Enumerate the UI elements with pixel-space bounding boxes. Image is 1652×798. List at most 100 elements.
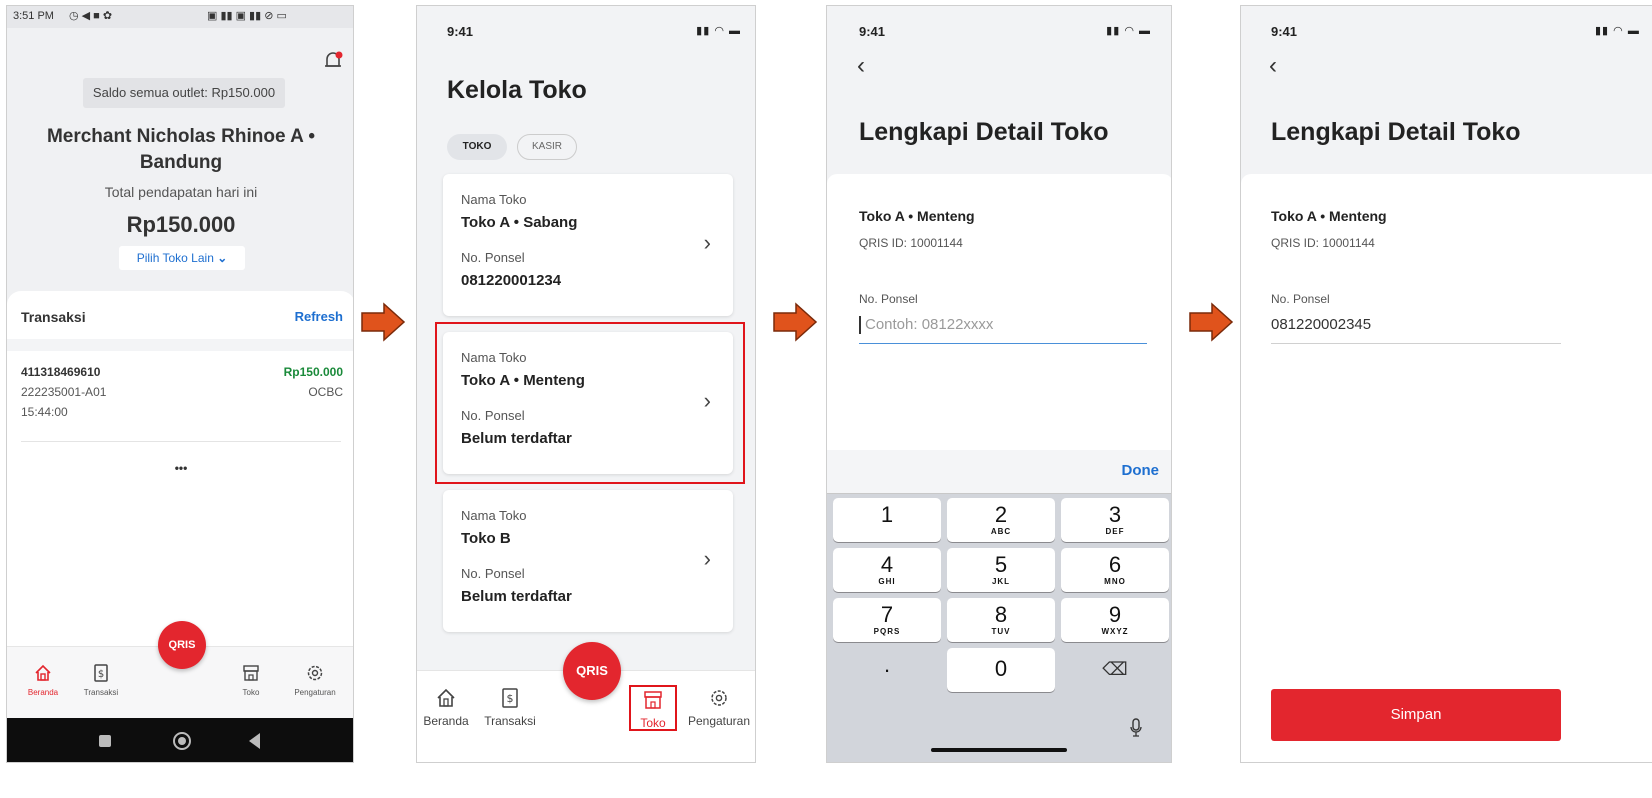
phone-value: 081220001234 xyxy=(461,272,562,289)
highlight-box xyxy=(435,322,745,484)
screen-home-android: 3:51 PM ◷ ◀ ■ ✿ ▣ ▮▮ ▣ ▮▮ ⊘ ▭ Saldo semu… xyxy=(6,5,354,763)
qris-fab[interactable]: QRIS xyxy=(563,642,621,700)
key-2[interactable]: 2 ABC xyxy=(947,498,1055,542)
store-icon xyxy=(243,665,259,681)
svg-text:$: $ xyxy=(98,669,104,680)
key-decimal[interactable]: . xyxy=(833,648,941,692)
key-1[interactable]: 1 xyxy=(833,498,941,542)
chevron-down-icon: ⌄ xyxy=(217,251,228,265)
home-button-icon[interactable] xyxy=(173,732,191,750)
phone-value: 081220002345 xyxy=(1271,316,1372,333)
store-name: Toko A • Menteng xyxy=(859,208,975,224)
tx-amount: Rp150.000 xyxy=(283,365,343,379)
key-3[interactable]: 3 DEF xyxy=(1061,498,1169,542)
status-bar: 3:51 PM ◷ ◀ ■ ✿ ▣ ▮▮ ▣ ▮▮ ⊘ ▭ xyxy=(7,6,353,28)
merchant-name-line1: Merchant Nicholas Rhinoe A • xyxy=(46,126,316,147)
nav-pengaturan[interactable]: Pengaturan xyxy=(283,663,347,697)
divider xyxy=(21,441,341,442)
nav-beranda-label: Beranda xyxy=(27,688,59,697)
switch-store-button[interactable]: Pilih Toko Lain ⌄ xyxy=(119,246,245,270)
store-name: Toko B xyxy=(461,530,511,547)
nav-toko[interactable]: Toko xyxy=(629,685,677,731)
transactions-title: Transaksi xyxy=(21,309,86,325)
gear-icon xyxy=(711,690,727,706)
phone-label: No. Ponsel xyxy=(1271,292,1330,306)
phone-input[interactable]: Contoh: 08122xxxx xyxy=(859,314,1147,344)
qris-id: QRIS ID: 10001144 xyxy=(1271,236,1375,250)
store-name: Toko A • Sabang xyxy=(461,214,578,231)
nav-transaksi-label: Transaksi xyxy=(484,714,536,728)
back-icon[interactable] xyxy=(249,733,260,749)
qris-fab[interactable]: QRIS xyxy=(158,621,206,669)
store-name: Toko A • Menteng xyxy=(1271,208,1387,224)
screen-detail-toko-input: 9:41 ▮▮ ◠ ▬ ‹ Lengkapi Detail Toko Toko … xyxy=(826,5,1172,763)
key-4[interactable]: 4 GHI xyxy=(833,548,941,592)
refresh-button[interactable]: Refresh xyxy=(295,309,343,324)
nav-toko-label: Toko xyxy=(640,716,666,730)
tx-terminal: 222235001-A01 xyxy=(21,385,107,399)
store-icon xyxy=(644,691,662,709)
nav-transaksi[interactable]: $ Transaksi xyxy=(475,687,545,728)
tx-id: 411318469610 xyxy=(21,365,101,379)
status-time: 9:41 xyxy=(447,24,474,39)
notification-bell-icon[interactable] xyxy=(323,50,343,72)
recents-icon[interactable] xyxy=(99,735,111,747)
more-icon[interactable]: ••• xyxy=(7,461,353,475)
flow-arrow-icon xyxy=(773,302,818,342)
key-0[interactable]: 0 xyxy=(947,648,1055,692)
key-7[interactable]: 7 PQRS xyxy=(833,598,941,642)
nav-beranda-label: Beranda xyxy=(423,714,469,728)
nav-transaksi-label: Transaksi xyxy=(83,688,119,697)
store-card[interactable]: Nama Toko Toko A • Sabang No. Ponsel 081… xyxy=(443,174,733,316)
merchant-name-line2: Bandung xyxy=(139,152,223,173)
status-icons: ▮▮ ◠ ▬ xyxy=(1595,25,1640,37)
nav-beranda[interactable]: Beranda xyxy=(15,663,71,697)
page-title: Lengkapi Detail Toko xyxy=(859,118,1109,146)
text-cursor xyxy=(859,316,861,334)
nav-pengaturan[interactable]: Pengaturan xyxy=(681,687,755,728)
status-time: 9:41 xyxy=(1271,24,1298,39)
transaction-row[interactable]: 411318469610 Rp150.000 222235001-A01 OCB… xyxy=(7,353,353,443)
status-icons: ▮▮ ◠ ▬ xyxy=(696,25,741,37)
store-card[interactable]: Nama Toko Toko B No. Ponsel Belum terdaf… xyxy=(443,490,733,632)
done-button[interactable]: Done xyxy=(1122,462,1160,479)
back-button[interactable]: ‹ xyxy=(1269,52,1277,80)
key-9[interactable]: 9 WXYZ xyxy=(1061,598,1169,642)
chevron-right-icon: › xyxy=(703,230,711,255)
chevron-right-icon: › xyxy=(703,546,711,571)
nav-toko[interactable]: Toko xyxy=(223,663,279,697)
key-8[interactable]: 8 TUV xyxy=(947,598,1055,642)
numeric-keyboard: Done 1 2 ABC 3 DEF 4 GHI 5 JKL 6 MNO 7 PQRS 8T… xyxy=(827,450,1171,762)
key-6[interactable]: 6 MNO xyxy=(1061,548,1169,592)
tab-toko[interactable]: TOKO xyxy=(447,134,507,160)
tx-time: 15:44:00 xyxy=(21,405,68,419)
flow-arrow-icon xyxy=(1189,302,1234,342)
tab-kasir[interactable]: KASIR xyxy=(517,134,577,160)
tx-bank: OCBC xyxy=(308,385,343,399)
phone-input[interactable]: 081220002345 xyxy=(1271,314,1561,344)
screen-kelola-toko: 9:41 ▮▮ ◠ ▬ Kelola Toko TOKO KASIR Nama … xyxy=(416,5,756,763)
divider xyxy=(7,339,353,351)
microphone-icon[interactable] xyxy=(1129,718,1143,738)
phone-label: No. Ponsel xyxy=(859,292,918,306)
form-panel: Toko A • Menteng QRIS ID: 10001144 No. P… xyxy=(827,174,1171,464)
key-5[interactable]: 5 JKL xyxy=(947,548,1055,592)
form-panel: Toko A • Menteng QRIS ID: 10001144 No. P… xyxy=(1241,174,1652,762)
backspace-icon[interactable]: ⌫ xyxy=(1061,648,1169,692)
gear-icon xyxy=(307,665,323,681)
nav-beranda[interactable]: Beranda xyxy=(417,687,475,728)
save-button[interactable]: Simpan xyxy=(1271,689,1561,741)
back-button[interactable]: ‹ xyxy=(857,52,865,80)
status-icons-right: ▣ ▮▮ ▣ ▮▮ ⊘ ▭ xyxy=(207,10,287,22)
nav-pengaturan-label: Pengaturan xyxy=(687,714,751,728)
switch-store-label: Pilih Toko Lain xyxy=(136,251,214,265)
store-name-label: Nama Toko xyxy=(461,192,527,207)
status-icons-left: ◷ ◀ ■ ✿ xyxy=(69,10,113,22)
home-icon xyxy=(35,664,51,681)
home-icon xyxy=(437,688,455,707)
phone-placeholder: Contoh: 08122xxxx xyxy=(865,316,994,333)
nav-transaksi[interactable]: $ Transaksi xyxy=(73,663,129,697)
receipt-icon: $ xyxy=(502,688,518,708)
nav-pengaturan-label: Pengaturan xyxy=(294,688,336,697)
flow-arrow-icon xyxy=(361,302,406,342)
